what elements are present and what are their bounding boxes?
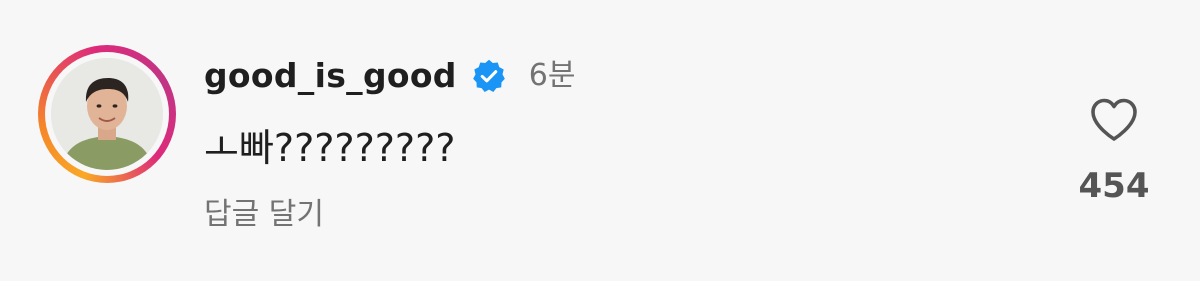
like-count: 454 <box>1078 166 1150 206</box>
comment-text: ㅗ빠????????? <box>204 126 456 170</box>
comment-time: 6분 <box>528 58 576 93</box>
heart-outline-icon[interactable] <box>1089 96 1139 144</box>
reply-button[interactable]: 답글 달기 <box>204 193 324 237</box>
story-ring[interactable] <box>38 45 176 183</box>
username[interactable]: good_is_good <box>204 52 457 100</box>
comment-header: good_is_good 6분 <box>204 52 575 100</box>
verified-badge-icon <box>471 58 507 94</box>
like-area: 454 <box>1066 96 1162 216</box>
avatar[interactable] <box>51 58 163 170</box>
comment-item: good_is_good 6분 ㅗ빠????????? 답글 달기 454 <box>0 0 1200 281</box>
